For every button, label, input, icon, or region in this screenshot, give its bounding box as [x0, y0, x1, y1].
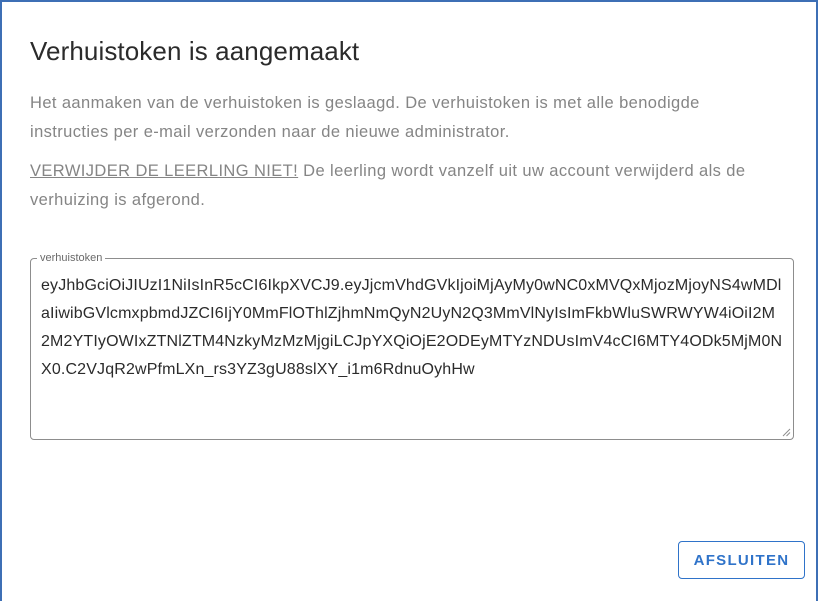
- resize-handle-icon[interactable]: [782, 428, 791, 437]
- token-textarea[interactable]: verhuistoken eyJhbGciOiJIUzI1NiIsInR5cCI…: [30, 251, 794, 440]
- warning-message: VERWIJDER DE LEERLING NIET! De leerling …: [30, 157, 760, 215]
- token-value[interactable]: eyJhbGciOiJIUzI1NiIsInR5cCI6IkpXVCJ9.eyJ…: [41, 272, 783, 384]
- success-message: Het aanmaken van de verhuistoken is gesl…: [30, 94, 700, 141]
- dialog-title: Verhuistoken is aangemaakt: [30, 36, 360, 66]
- dialog: Verhuistoken is aangemaakt Het aanmaken …: [0, 0, 818, 601]
- token-field-label: verhuistoken: [37, 251, 106, 265]
- close-button[interactable]: AFSLUITEN: [678, 541, 805, 579]
- warning-link[interactable]: VERWIJDER DE LEERLING NIET!: [30, 162, 298, 180]
